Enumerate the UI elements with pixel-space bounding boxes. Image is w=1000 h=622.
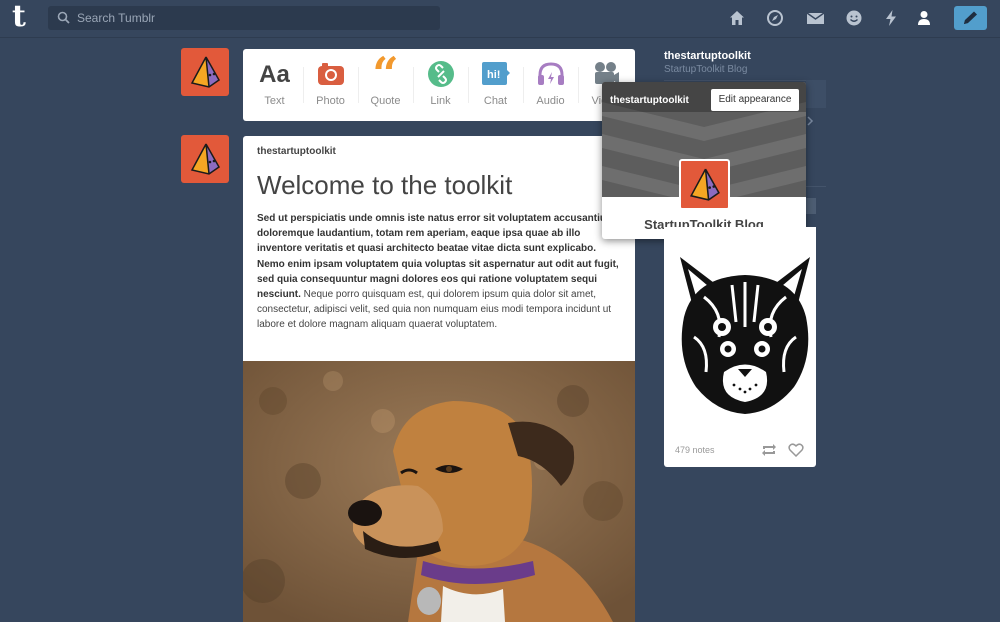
post-card: thestartuptoolkit Welcome to the toolkit… <box>243 136 635 622</box>
post-type-link[interactable]: Link <box>413 49 468 121</box>
post-title: Welcome to the toolkit <box>257 170 513 200</box>
reblog-icon[interactable] <box>761 443 777 457</box>
post-type-chat[interactable]: hi! Chat <box>468 49 523 121</box>
post-type-label: Text <box>264 95 285 107</box>
headphones-icon <box>537 62 564 85</box>
notes-count[interactable]: 479 notes <box>675 445 715 455</box>
chat-icon: hi! <box>481 62 510 85</box>
post-type-label: Link <box>430 95 451 107</box>
chevron-right-icon[interactable] <box>806 116 814 126</box>
text-icon: Aa <box>259 61 290 88</box>
pyramid-logo-icon <box>689 168 720 201</box>
mail-icon[interactable] <box>806 9 825 27</box>
top-bar: t Search Tumblr <box>0 0 1000 38</box>
post-author-avatar[interactable] <box>181 135 229 183</box>
search-icon <box>57 11 70 24</box>
search-placeholder: Search Tumblr <box>77 11 156 25</box>
home-icon[interactable] <box>728 9 746 27</box>
post-body-bold: Sed ut perspiciatis unde omnis iste natu… <box>257 213 619 301</box>
activity-icon[interactable] <box>882 9 900 27</box>
user-avatar[interactable] <box>181 48 229 96</box>
popover-blog-name[interactable]: thestartuptoolkit <box>610 95 689 106</box>
post-type-label: Quote <box>370 95 401 107</box>
post-type-bar: Aa Text Photo “ Quote Link hi! Chat Audi… <box>243 49 635 121</box>
divider <box>664 80 826 81</box>
tumblr-logo[interactable]: t <box>12 2 38 34</box>
quote-icon: “ <box>372 49 399 101</box>
post-body: Sed ut perspiciatis unde omnis iste natu… <box>257 211 623 333</box>
post-author[interactable]: thestartuptoolkit <box>257 146 336 157</box>
svg-text:hi!: hi! <box>487 69 500 81</box>
messaging-icon[interactable] <box>845 9 863 27</box>
popover-avatar[interactable] <box>679 159 730 210</box>
post-type-label: Chat <box>483 95 508 107</box>
pyramid-logo-icon <box>190 56 220 88</box>
dropdown-toggle[interactable] <box>806 198 816 214</box>
explore-icon[interactable] <box>766 9 784 27</box>
edit-appearance-button[interactable]: Edit appearance <box>711 89 799 111</box>
post-type-audio[interactable]: Audio <box>523 49 578 121</box>
link-icon <box>427 61 454 87</box>
search-input[interactable]: Search Tumblr <box>48 6 440 30</box>
dog-photo <box>243 361 635 622</box>
cat-illustration <box>664 227 816 432</box>
camera-icon <box>317 63 344 85</box>
post-type-label: Audio <box>536 95 565 107</box>
dog-photo-illustration <box>243 361 635 622</box>
account-icon[interactable] <box>915 9 933 27</box>
post-body-normal: Neque porro quisquam est, qui dolorem ip… <box>257 289 612 331</box>
post-type-text[interactable]: Aa Text <box>247 49 302 121</box>
pencil-icon <box>964 11 977 24</box>
blog-popover: thestartuptoolkit Edit appearance Startu… <box>602 82 806 239</box>
recommended-post-card[interactable]: 479 notes <box>664 227 816 467</box>
post-type-quote[interactable]: “ Quote <box>358 49 413 121</box>
sidebar-row-highlight <box>806 80 826 108</box>
pyramid-logo-icon <box>190 143 220 175</box>
post-type-label: Photo <box>316 95 345 107</box>
sidebar-blog-name[interactable]: thestartuptoolkit <box>664 50 751 62</box>
sidebar-blog-subtitle: StartupToolkit Blog <box>664 64 748 75</box>
compose-button[interactable] <box>954 6 987 30</box>
post-type-photo[interactable]: Photo <box>303 49 358 121</box>
heart-icon[interactable] <box>788 443 804 457</box>
